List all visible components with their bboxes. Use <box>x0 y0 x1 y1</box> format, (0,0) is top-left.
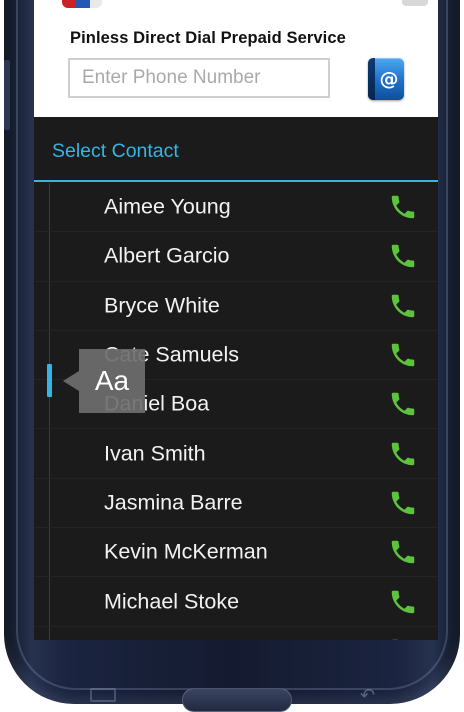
phone-call-icon[interactable] <box>388 537 418 567</box>
contact-row[interactable]: Bryce White <box>34 282 438 331</box>
section-title: Select Contact <box>52 140 179 162</box>
contact-name: Michael Stoke <box>104 589 240 614</box>
contact-name: Bryce White <box>104 293 220 318</box>
phone-call-icon[interactable] <box>388 439 418 469</box>
phone-call-icon[interactable] <box>388 241 418 271</box>
volume-key <box>4 60 10 130</box>
contact-row[interactable]: Ivan Smith <box>34 429 438 479</box>
section-divider <box>34 180 438 182</box>
contact-row[interactable]: Albert Garcio <box>34 232 438 282</box>
contact-row[interactable]: Kevin McKerman <box>34 528 438 578</box>
contact-name: Kevin McKerman <box>104 539 268 564</box>
app-logo <box>62 0 102 8</box>
menu-key[interactable] <box>90 688 116 702</box>
contact-name: Jasmina Barre <box>104 490 243 515</box>
section-index-popup: Aa <box>63 349 145 413</box>
phone-call-icon[interactable] <box>388 291 418 321</box>
phone-call-icon[interactable] <box>388 192 418 222</box>
phone-call-icon[interactable] <box>388 389 418 419</box>
phone-call-icon[interactable] <box>388 636 418 640</box>
contact-name: Albert Garcio <box>104 243 230 268</box>
header-control <box>402 0 428 6</box>
contact-name: Robert W... <box>104 638 212 640</box>
contact-row[interactable]: Aimee Young <box>34 183 438 233</box>
app-title: Pinless Direct Dial Prepaid Service <box>70 29 346 47</box>
book-spine <box>368 58 375 100</box>
phone-call-icon[interactable] <box>388 587 418 617</box>
home-key[interactable] <box>182 688 292 712</box>
phone-call-icon[interactable] <box>388 340 418 370</box>
popup-pointer <box>63 371 79 391</box>
contact-name: Aimee Young <box>104 194 231 219</box>
back-key-icon[interactable]: ↶ <box>360 686 384 704</box>
app-header: Pinless Direct Dial Prepaid Service @ <box>34 0 438 117</box>
contact-row[interactable]: Robert W... <box>34 627 438 640</box>
contacts-book-button[interactable]: @ <box>368 58 404 100</box>
section-index-letter: Aa <box>79 349 145 413</box>
contact-row[interactable]: Michael Stoke <box>34 577 438 627</box>
fast-scroll-thumb[interactable] <box>47 364 52 397</box>
phone-screen: Pinless Direct Dial Prepaid Service @ Se… <box>34 0 438 640</box>
phone-number-input[interactable] <box>68 58 330 98</box>
phone-call-icon[interactable] <box>388 488 418 518</box>
address-book-icon: @ <box>379 68 399 90</box>
contact-row[interactable]: Jasmina Barre <box>34 479 438 529</box>
contact-name: Ivan Smith <box>104 441 206 466</box>
